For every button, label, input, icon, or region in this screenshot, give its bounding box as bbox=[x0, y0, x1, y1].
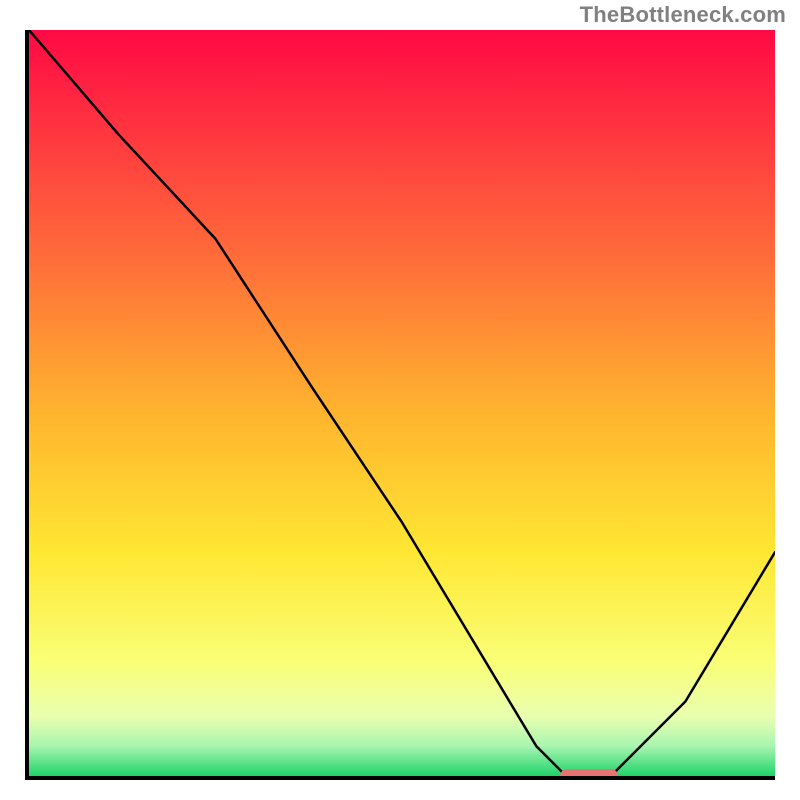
bottleneck-curve bbox=[29, 30, 775, 776]
optimal-marker bbox=[560, 769, 618, 780]
watermark-text: TheBottleneck.com bbox=[580, 2, 786, 28]
plot-area bbox=[25, 30, 775, 780]
chart-stage: TheBottleneck.com bbox=[0, 0, 800, 800]
